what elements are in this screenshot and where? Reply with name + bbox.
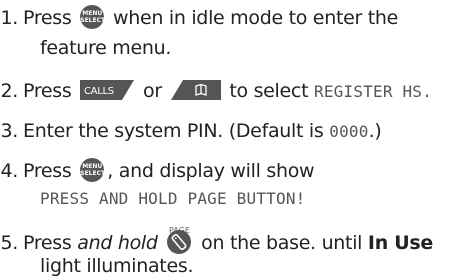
step-3: 3. Enter the system PIN. (Default is 0000… <box>0 118 381 145</box>
button-label-top: MENU <box>82 163 103 170</box>
step-text: , and display will show <box>107 160 315 182</box>
step-text: Press <box>23 160 72 182</box>
step-text: Press <box>23 7 72 29</box>
emphasis-text: and hold <box>77 232 158 254</box>
step-5-continuation: light illuminates. <box>40 255 194 277</box>
button-label-top: MENU <box>82 10 103 17</box>
step-number: 3. <box>0 120 18 142</box>
lcd-text: PRESS AND HOLD PAGE BUTTON! <box>40 189 306 208</box>
instruction-list: 1. Press MENU SELECT when in idle mode to … <box>0 0 471 280</box>
svg-text:CALLS: CALLS <box>84 86 114 97</box>
button-label-bottom: SELECT <box>80 170 106 177</box>
step-number: 2. <box>0 80 18 102</box>
default-pin: 0000 <box>329 122 369 141</box>
step-text-tail: .) <box>368 120 382 142</box>
menu-select-button-icon: MENU SELECT <box>80 5 106 29</box>
step-text: when in idle mode to enter the <box>113 7 399 29</box>
step-text: Enter the system PIN. (Default is <box>23 120 324 142</box>
step-number: 5. <box>0 232 18 254</box>
step-text: on the base. until <box>201 232 363 254</box>
step-text: Press <box>23 80 72 102</box>
step-1: 1. Press MENU SELECT when in idle mode to … <box>0 5 398 31</box>
or-text: or <box>143 80 162 102</box>
step-text: to select <box>229 80 309 102</box>
step-number: 4. <box>0 160 18 182</box>
step-number: 1. <box>0 7 18 29</box>
step-text: Press <box>23 232 72 254</box>
in-use-label: In Use <box>367 232 433 254</box>
lcd-text: REGISTER HS. <box>313 82 432 101</box>
step-1-continuation: feature menu. <box>40 37 172 59</box>
phonebook-tab-icon <box>170 80 221 100</box>
button-label-bottom: SELECT <box>80 17 106 24</box>
step-5: 5.Press and hold PAGE on the base. until… <box>0 226 433 256</box>
step-2: 2. Press CALLS or to select REGISTER HS. <box>0 78 432 105</box>
menu-select-button-icon: MENU SELECT <box>80 158 106 182</box>
page-button-icon: PAGE <box>166 226 192 255</box>
step-4: 4. Press MENU SELECT, and display will sho… <box>0 158 315 184</box>
calls-tab-icon: CALLS <box>80 80 135 100</box>
